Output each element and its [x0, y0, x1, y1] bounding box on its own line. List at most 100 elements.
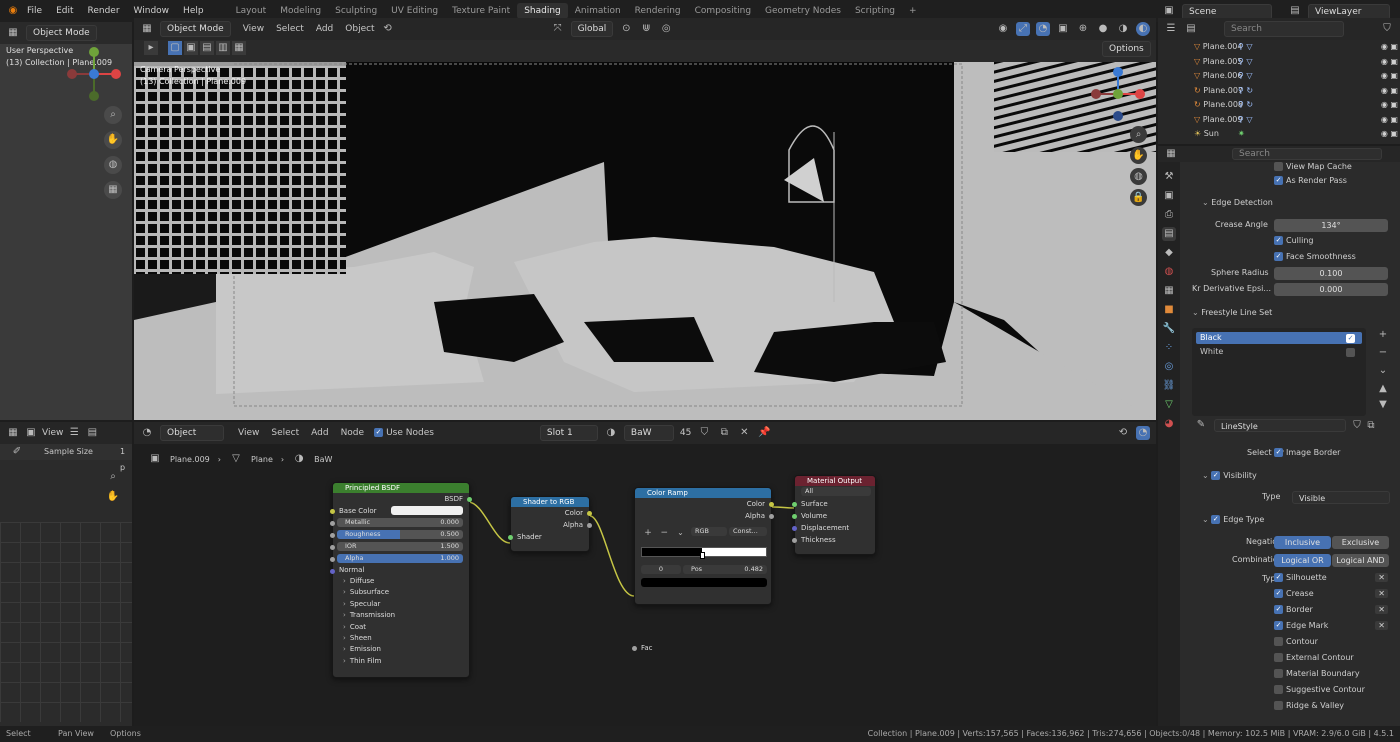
- add-workspace-icon[interactable]: +: [902, 3, 924, 19]
- pivot-icon[interactable]: ⊙: [619, 22, 633, 36]
- view-layer-tab-icon[interactable]: ▤: [1162, 227, 1176, 241]
- data-tab-icon[interactable]: ▽: [1162, 398, 1176, 412]
- image-view-menu[interactable]: View: [42, 428, 63, 438]
- edge-type-header[interactable]: Edge Type: [1223, 515, 1264, 524]
- select-tool-icon[interactable]: ▸: [144, 41, 158, 55]
- outliner-item[interactable]: ▽ Plane.006 ⚲ ▽ ◉ ▣: [1194, 69, 1400, 84]
- tab-layout[interactable]: Layout: [229, 3, 274, 19]
- edge-type-4[interactable]: Contour: [1274, 637, 1390, 646]
- face-smoothness-label[interactable]: Face Smoothness: [1286, 252, 1356, 261]
- bsdf-panel-7[interactable]: › Thin Film: [333, 656, 469, 667]
- outliner-item[interactable]: ↻ Plane.008 ⚲ ↻ ◉ ▣: [1194, 98, 1400, 113]
- bsdf-panel-0[interactable]: › Diffuse: [333, 576, 469, 587]
- visibility-icon[interactable]: ◉: [996, 22, 1010, 36]
- magnet-icon[interactable]: ⋓: [639, 22, 653, 36]
- line-set-white[interactable]: White: [1196, 346, 1362, 358]
- editor-type-icon[interactable]: ▦: [6, 26, 20, 40]
- kr-derivative-field[interactable]: 0.000: [1274, 283, 1388, 296]
- main-viewport[interactable]: ▦ Object Mode View Select Add Object ⟲ ⤧…: [134, 18, 1156, 420]
- zoom-icon[interactable]: ⌕: [104, 106, 122, 124]
- image-mode-icon[interactable]: ▣: [24, 426, 38, 440]
- alpha-field[interactable]: Alpha 1.000: [337, 554, 463, 563]
- hand-pan-icon[interactable]: ✋: [1130, 147, 1147, 164]
- line-set-header[interactable]: Freestyle Line Set: [1201, 308, 1272, 317]
- exclusive-button[interactable]: Exclusive: [1332, 536, 1389, 549]
- editor-type-icon[interactable]: ▦: [6, 426, 20, 440]
- bsdf-panel-2[interactable]: › Specular: [333, 599, 469, 610]
- tool-tab-icon[interactable]: ⚒: [1162, 170, 1176, 184]
- box-extend-icon[interactable]: ▣: [184, 41, 198, 55]
- box-select-icon[interactable]: ▢: [168, 41, 182, 55]
- edge-type-6[interactable]: Material Boundary: [1274, 669, 1390, 678]
- visibility-header[interactable]: Visibility: [1223, 471, 1257, 480]
- edge-detection-header[interactable]: Edge Detection: [1211, 198, 1273, 207]
- menu-select[interactable]: Select: [276, 24, 304, 34]
- properties-search[interactable]: Search: [1232, 148, 1382, 160]
- remove-stop-icon[interactable]: −: [657, 526, 671, 540]
- tab-shading[interactable]: Shading: [517, 3, 568, 19]
- as-render-pass-label[interactable]: As Render Pass: [1286, 176, 1347, 185]
- shader-to-rgb-node[interactable]: Shader to RGB Color Alpha Shader: [508, 496, 592, 552]
- overlay-icon[interactable]: ◔: [1036, 22, 1050, 36]
- hand-pan-icon[interactable]: ✋: [106, 490, 120, 504]
- inclusive-button[interactable]: Inclusive: [1274, 536, 1331, 549]
- outliner-item[interactable]: ↻ Plane.007 ⚲ ↻ ◉ ▣: [1194, 84, 1400, 99]
- constraints-tab-icon[interactable]: ⛓: [1162, 379, 1176, 393]
- menu-render[interactable]: Render: [81, 6, 127, 16]
- ramp-menu-icon[interactable]: ⌄: [673, 526, 687, 540]
- visibility-type-dropdown[interactable]: Visible: [1292, 491, 1390, 504]
- tab-animation[interactable]: Animation: [568, 3, 628, 19]
- menu-add[interactable]: Add: [316, 24, 333, 34]
- bsdf-panel-1[interactable]: › Subsurface: [333, 587, 469, 598]
- ramp-interp-dropdown[interactable]: Const...: [729, 527, 767, 536]
- editor-type-icon[interactable]: ▦: [140, 22, 154, 36]
- ramp-gradient[interactable]: [641, 547, 767, 559]
- duplicate-icon[interactable]: ⧉: [1364, 419, 1378, 433]
- tab-compositing[interactable]: Compositing: [688, 3, 758, 19]
- editor-type-icon[interactable]: ▦: [1164, 147, 1178, 161]
- move-down-icon[interactable]: ▼: [1376, 398, 1390, 412]
- edge-type-1[interactable]: ✓ Crease ✕: [1274, 589, 1390, 598]
- material-tab-icon[interactable]: ◕: [1162, 417, 1176, 431]
- world-tab-icon[interactable]: ◍: [1162, 265, 1176, 279]
- sample-size-field[interactable]: 1 p: [120, 444, 132, 476]
- metallic-field[interactable]: Metallic 0.000: [337, 518, 463, 527]
- outliner-item[interactable]: ▽ Plane.005 ⚲ ▽ ◉ ▣: [1194, 55, 1400, 70]
- shading-render-icon[interactable]: ◐: [1136, 22, 1150, 36]
- ramp-pos-field[interactable]: Pos 0.482: [683, 565, 767, 574]
- editor-type-icon[interactable]: ☰: [1164, 22, 1178, 36]
- filter-icon[interactable]: ⛉: [1380, 22, 1394, 36]
- image-browse-icon[interactable]: ▤: [85, 426, 99, 440]
- object-tab-icon[interactable]: ■: [1162, 303, 1176, 317]
- collection-tab-icon[interactable]: ▦: [1162, 284, 1176, 298]
- snap-icon[interactable]: ⟲: [381, 22, 395, 36]
- sphere-radius-field[interactable]: 0.100: [1274, 267, 1388, 280]
- camera-icon[interactable]: ◍: [104, 156, 122, 174]
- edge-type-3[interactable]: ✓ Edge Mark ✕: [1274, 621, 1390, 630]
- menu-window[interactable]: Window: [127, 6, 177, 16]
- grid-icon[interactable]: ▦: [104, 181, 122, 199]
- color-ramp-node[interactable]: Color Ramp Color Alpha + − ⌄ RGB Const..…: [632, 487, 774, 652]
- lock-icon[interactable]: 🔒: [1130, 189, 1147, 206]
- output-target-dropdown[interactable]: All: [801, 487, 871, 496]
- outliner-item[interactable]: ▽ Plane.004 ⚲ ▽ ◉ ▣: [1194, 40, 1400, 55]
- proportional-icon[interactable]: ◎: [659, 22, 673, 36]
- edge-type-5[interactable]: External Contour: [1274, 653, 1390, 662]
- tab-sculpting[interactable]: Sculpting: [328, 3, 384, 19]
- edge-type-7[interactable]: Suggestive Contour: [1274, 685, 1390, 694]
- shading-material-icon[interactable]: ◑: [1116, 22, 1130, 36]
- bsdf-panel-6[interactable]: › Emission: [333, 644, 469, 655]
- display-mode-icon[interactable]: ▤: [1184, 22, 1198, 36]
- outliner-search[interactable]: Search: [1224, 21, 1344, 37]
- blender-logo-icon[interactable]: ◉: [6, 4, 20, 18]
- linestyle-field[interactable]: LineStyle: [1214, 419, 1346, 432]
- principled-bsdf-node[interactable]: Principled BSDF BSDF Base Color Metallic…: [330, 482, 472, 678]
- node-editor[interactable]: ◔ Object View Select Add Node ✓ Use Nodes…: [134, 422, 1156, 726]
- roughness-field[interactable]: Roughness 0.500: [337, 530, 463, 539]
- line-set-black[interactable]: Black ✓: [1196, 332, 1362, 344]
- bsdf-panel-5[interactable]: › Sheen: [333, 633, 469, 644]
- menu-help[interactable]: Help: [176, 6, 211, 16]
- outliner-item-selected[interactable]: ▽ Plane.009 ⚲ ▽ ◉ ▣: [1194, 113, 1400, 128]
- left-viewport[interactable]: ▦ Object Mode User Perspective (13) Coll…: [0, 22, 132, 420]
- menu-file[interactable]: File: [20, 6, 49, 16]
